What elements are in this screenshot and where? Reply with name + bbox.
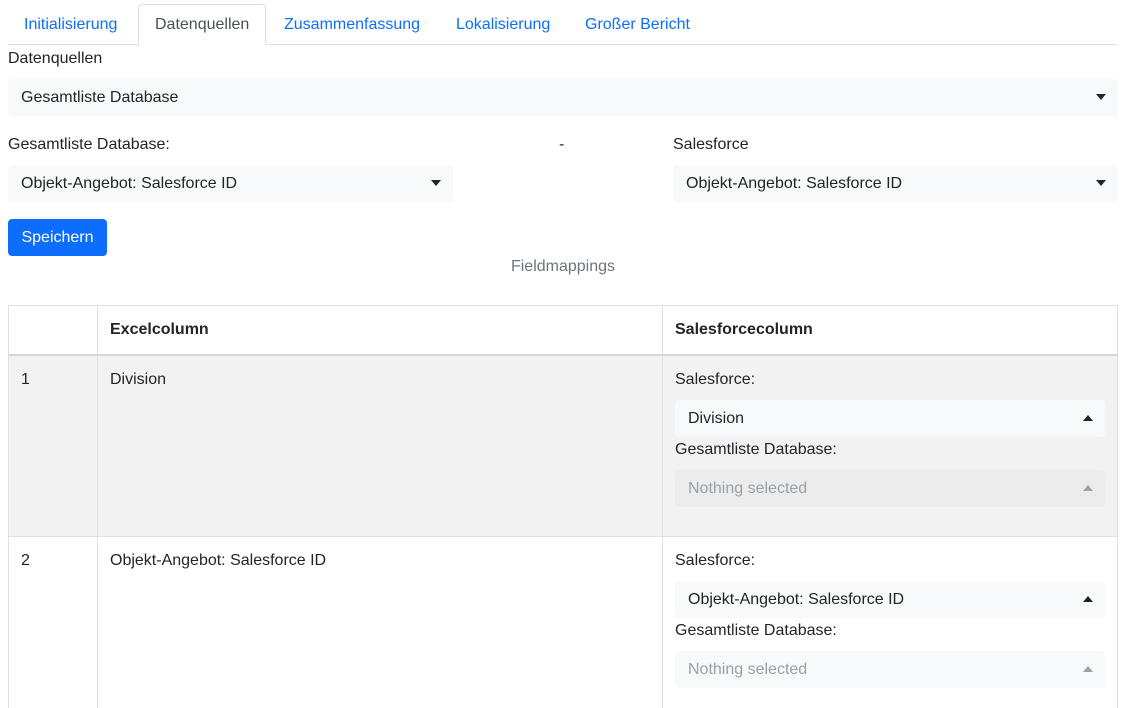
source-separator: - [559,136,565,153]
table-row-sep [8,536,1118,537]
row-2-sf-label: Salesforce: [675,552,756,569]
table-border-left [8,305,9,708]
right-key-select-value: Objekt-Angebot: Salesforce ID [686,175,903,192]
fieldmappings-caption: Fieldmappings [510,258,616,275]
right-key-select[interactable]: Objekt-Angebot: Salesforce ID [673,165,1118,202]
caret-up-icon [1083,666,1093,672]
caret-down-icon [1096,94,1106,100]
left-source-label: Gesamtliste Database: [8,136,170,153]
right-source-label: Salesforce [673,136,749,153]
tab-lokalisierung[interactable]: Lokalisierung [440,4,566,45]
caret-down-icon [1096,180,1106,186]
row-1-db-select-placeholder: Nothing selected [688,480,808,497]
table-col-sep [662,305,663,708]
table-border-right [1117,305,1118,708]
tab-zusammenfassung[interactable]: Zusammenfassung [268,4,436,45]
row-2-db-select[interactable]: Nothing selected [675,651,1105,688]
row-2-db-label: Gesamtliste Database: [675,622,837,639]
row-2-sf-select[interactable]: Objekt-Angebot: Salesforce ID [675,581,1105,618]
save-button[interactable]: Speichern [8,219,107,256]
column-header-salesforce: Salesforcecolumn [675,321,813,338]
row-2-excel: Objekt-Angebot: Salesforce ID [110,552,327,569]
table-row-highlight [8,355,1118,536]
tab-grosser-bericht[interactable]: Großer Bericht [569,4,706,45]
caret-up-icon [1083,596,1093,602]
table-header-border [8,354,1118,356]
caret-down-icon [431,180,441,186]
tab-bar: Initialisierung Datenquellen Zusammenfas… [8,4,1118,46]
tab-datenquellen[interactable]: Datenquellen [138,4,267,46]
row-2-db-select-placeholder: Nothing selected [688,661,808,678]
datasource-select-value: Gesamtliste Database [21,89,179,106]
caret-up-icon [1083,485,1093,491]
row-1-db-select[interactable]: Nothing selected [675,470,1105,507]
table-col-sep [97,305,98,708]
row-1-db-label: Gesamtliste Database: [675,441,837,458]
row-1-sf-label: Salesforce: [675,371,756,388]
left-key-select-value: Objekt-Angebot: Salesforce ID [21,175,238,192]
row-1-sf-select[interactable]: Division [675,400,1105,437]
column-header-excel: Excelcolumn [110,321,209,338]
tab-initialisierung[interactable]: Initialisierung [8,4,133,45]
fieldmapping-table: Excelcolumn Salesforcecolumn 1 Division … [8,305,1118,708]
row-1-sf-select-value: Division [688,410,745,427]
datasource-select[interactable]: Gesamtliste Database [8,79,1118,116]
row-2-sf-select-value: Objekt-Angebot: Salesforce ID [688,591,905,608]
table-border-top [8,305,1118,306]
left-key-select[interactable]: Objekt-Angebot: Salesforce ID [8,165,453,202]
caret-up-icon [1083,415,1093,421]
datasource-label: Datenquellen [8,50,103,67]
row-2-index: 2 [21,552,30,569]
row-1-excel: Division [110,371,167,388]
row-1-index: 1 [21,371,30,388]
